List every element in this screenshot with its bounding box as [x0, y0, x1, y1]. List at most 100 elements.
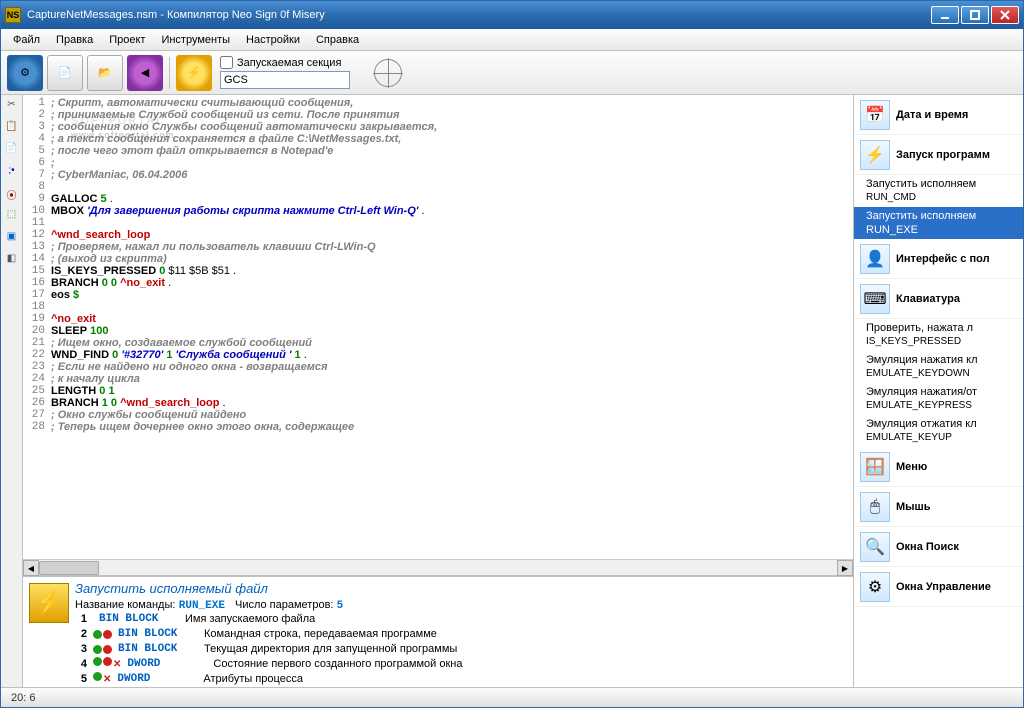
- menu-Файл[interactable]: Файл: [5, 31, 48, 49]
- code-line[interactable]: 5; после чего этот файл открывается в No…: [23, 145, 853, 157]
- code-line[interactable]: 20SLEEP 100: [23, 325, 853, 337]
- sidebar-group[interactable]: 👤 Интерфейс с пол: [854, 239, 1023, 279]
- code-line[interactable]: 1; Скрипт, автоматически считывающий соо…: [23, 97, 853, 109]
- sidebar-sub[interactable]: Запустить исполняемRUN_EXE: [854, 207, 1023, 239]
- sidebar-group[interactable]: 🔍 Окна Поиск: [854, 527, 1023, 567]
- code-line[interactable]: 16BRANCH 0 0 ^no_exit .: [23, 277, 853, 289]
- menu-Правка[interactable]: Правка: [48, 31, 101, 49]
- section-input[interactable]: [220, 71, 350, 89]
- code-line[interactable]: 18: [23, 301, 853, 313]
- code-line[interactable]: 21; Ищем окно, создаваемое службой сообщ…: [23, 337, 853, 349]
- left-gutter: ✂ 📋 📄 ;• ⦿ ⬚ ▣ ◧: [1, 95, 23, 687]
- info-command-line: Название команды: RUN_EXE Число параметр…: [75, 597, 847, 612]
- sidebar-group[interactable]: ⚙Окна Управление: [854, 567, 1023, 607]
- back-icon[interactable]: ◀: [127, 55, 163, 91]
- code-line[interactable]: 23; Если не найдено ни одного окна - воз…: [23, 361, 853, 373]
- toolbar: SOFTPORTALwww.softportal.com ⚙ 📄 📂 ◀ ⚡ З…: [1, 51, 1023, 95]
- hscrollbar[interactable]: ◀ ▶: [23, 559, 853, 575]
- param-row: 4✕DWORDСостояние первого созданного прог…: [75, 657, 847, 672]
- sidebar-sub[interactable]: Запустить исполняемRUN_CMD: [854, 175, 1023, 207]
- run-icon[interactable]: ⚡: [176, 55, 212, 91]
- marker3-icon[interactable]: ⬚: [5, 209, 19, 223]
- sidebar-group-label: Дата и время: [896, 109, 968, 121]
- sidebar-group-label: Интерфейс с пол: [896, 253, 990, 265]
- sidebar-group[interactable]: 📅 Дата и время: [854, 95, 1023, 135]
- paste-icon[interactable]: 📄: [5, 143, 19, 157]
- sidebar: 📅Дата и время⚡Запуск программЗапустить и…: [853, 95, 1023, 687]
- titlebar: NS CaptureNetMessages.nsm - Компилятор N…: [1, 1, 1023, 29]
- marker5-icon[interactable]: ◧: [5, 253, 19, 267]
- scroll-thumb[interactable]: [39, 561, 99, 575]
- cut-icon[interactable]: ✂: [5, 99, 19, 113]
- code-line[interactable]: 22WND_FIND 0 '#32770' 1 'Служба сообщени…: [23, 349, 853, 361]
- code-line[interactable]: 11: [23, 217, 853, 229]
- sidebar-group-icon: 🖱: [860, 492, 890, 522]
- code-line[interactable]: 3; сообщения окно Службы сообщений автом…: [23, 121, 853, 133]
- code-editor[interactable]: 1; Скрипт, автоматически считывающий соо…: [23, 95, 853, 559]
- code-line[interactable]: 24; к началу цикла: [23, 373, 853, 385]
- section-checkbox[interactable]: Запускаемая секция: [220, 56, 350, 69]
- minimize-button[interactable]: [931, 6, 959, 24]
- code-line[interactable]: 9GALLOC 5 .: [23, 193, 853, 205]
- code-line[interactable]: 25LENGTH 0 1: [23, 385, 853, 397]
- copy-icon[interactable]: 📋: [5, 121, 19, 135]
- sidebar-group-icon: 📅: [860, 100, 890, 130]
- new-doc-icon[interactable]: 📄: [47, 55, 83, 91]
- menu-Инструменты[interactable]: Инструменты: [153, 31, 238, 49]
- info-panel: ⚡ Запустить исполняемый файл Название ко…: [23, 575, 853, 687]
- menu-Настройки[interactable]: Настройки: [238, 31, 308, 49]
- code-line[interactable]: 4; а текст сообщения сохраняется в файле…: [23, 133, 853, 145]
- code-line[interactable]: 14; (выход из скрипта): [23, 253, 853, 265]
- app-window: NS CaptureNetMessages.nsm - Компилятор N…: [0, 0, 1024, 708]
- sidebar-group-icon: 👤: [860, 244, 890, 274]
- sidebar-group-icon: 🪟: [860, 452, 890, 482]
- close-button[interactable]: [991, 6, 1019, 24]
- sidebar-group-label: Мышь: [896, 501, 931, 513]
- scroll-right-icon[interactable]: ▶: [837, 560, 853, 576]
- code-line[interactable]: 6;: [23, 157, 853, 169]
- marker4-icon[interactable]: ▣: [5, 231, 19, 245]
- info-title: Запустить исполняемый файл: [75, 581, 847, 596]
- marker2-icon[interactable]: ⦿: [5, 187, 19, 201]
- sidebar-sub[interactable]: Эмуляция нажатия/отEMULATE_KEYPRESS: [854, 383, 1023, 415]
- settings-icon[interactable]: ⚙: [7, 55, 43, 91]
- toolbar-sep: [169, 57, 170, 89]
- sidebar-group[interactable]: ⌨ Клавиатура: [854, 279, 1023, 319]
- code-line[interactable]: 15IS_KEYS_PRESSED 0 $11 $5B $51 .: [23, 265, 853, 277]
- code-line[interactable]: 13; Проверяем, нажал ли пользователь кла…: [23, 241, 853, 253]
- menu-Справка[interactable]: Справка: [308, 31, 367, 49]
- sidebar-sub[interactable]: Эмуляция нажатия клEMULATE_KEYDOWN: [854, 351, 1023, 383]
- code-line[interactable]: 17eos $: [23, 289, 853, 301]
- marker1-icon[interactable]: ;•: [5, 165, 19, 179]
- statusbar: 20: 6: [1, 687, 1023, 707]
- open-doc-icon[interactable]: 📂: [87, 55, 123, 91]
- code-line[interactable]: 7; CyberManiac, 06.04.2006: [23, 169, 853, 181]
- sidebar-group-label: Меню: [896, 461, 927, 473]
- code-line[interactable]: 2; принимаемые Службой сообщений из сети…: [23, 109, 853, 121]
- param-row: 5✕DWORDАтрибуты процесса: [75, 672, 847, 687]
- sidebar-group-icon: 🔍: [860, 532, 890, 562]
- sidebar-group-icon: ⌨: [860, 284, 890, 314]
- code-line[interactable]: 28; Теперь ищем дочернее окно этого окна…: [23, 421, 853, 433]
- code-line[interactable]: 19^no_exit: [23, 313, 853, 325]
- sidebar-group[interactable]: 🖱 Мышь: [854, 487, 1023, 527]
- sidebar-sub[interactable]: Эмуляция отжатия клEMULATE_KEYUP: [854, 415, 1023, 447]
- main-area: ✂ 📋 📄 ;• ⦿ ⬚ ▣ ◧ 1; Скрипт, автоматическ…: [1, 95, 1023, 687]
- sidebar-group[interactable]: 🪟 Меню: [854, 447, 1023, 487]
- code-line[interactable]: 10MBOX 'Для завершения работы скрипта на…: [23, 205, 853, 217]
- code-line[interactable]: 12^wnd_search_loop: [23, 229, 853, 241]
- sidebar-group-icon: ⚡: [860, 140, 890, 170]
- window-title: CaptureNetMessages.nsm - Компилятор Neo …: [27, 9, 931, 21]
- sidebar-group-label: Окна Управление: [896, 581, 991, 593]
- sidebar-sub[interactable]: Проверить, нажата лIS_KEYS_PRESSED: [854, 319, 1023, 351]
- maximize-button[interactable]: [961, 6, 989, 24]
- code-line[interactable]: 27; Окно службы сообщений найдено: [23, 409, 853, 421]
- sidebar-group-label: Клавиатура: [896, 293, 960, 305]
- code-line[interactable]: 8: [23, 181, 853, 193]
- code-line[interactable]: 26BRANCH 1 0 ^wnd_search_loop .: [23, 397, 853, 409]
- scroll-left-icon[interactable]: ◀: [23, 560, 39, 576]
- crosshair-icon[interactable]: [374, 59, 402, 87]
- sidebar-group[interactable]: ⚡Запуск программ: [854, 135, 1023, 175]
- menu-Проект[interactable]: Проект: [101, 31, 153, 49]
- sidebar-group-label: Окна Поиск: [896, 541, 959, 553]
